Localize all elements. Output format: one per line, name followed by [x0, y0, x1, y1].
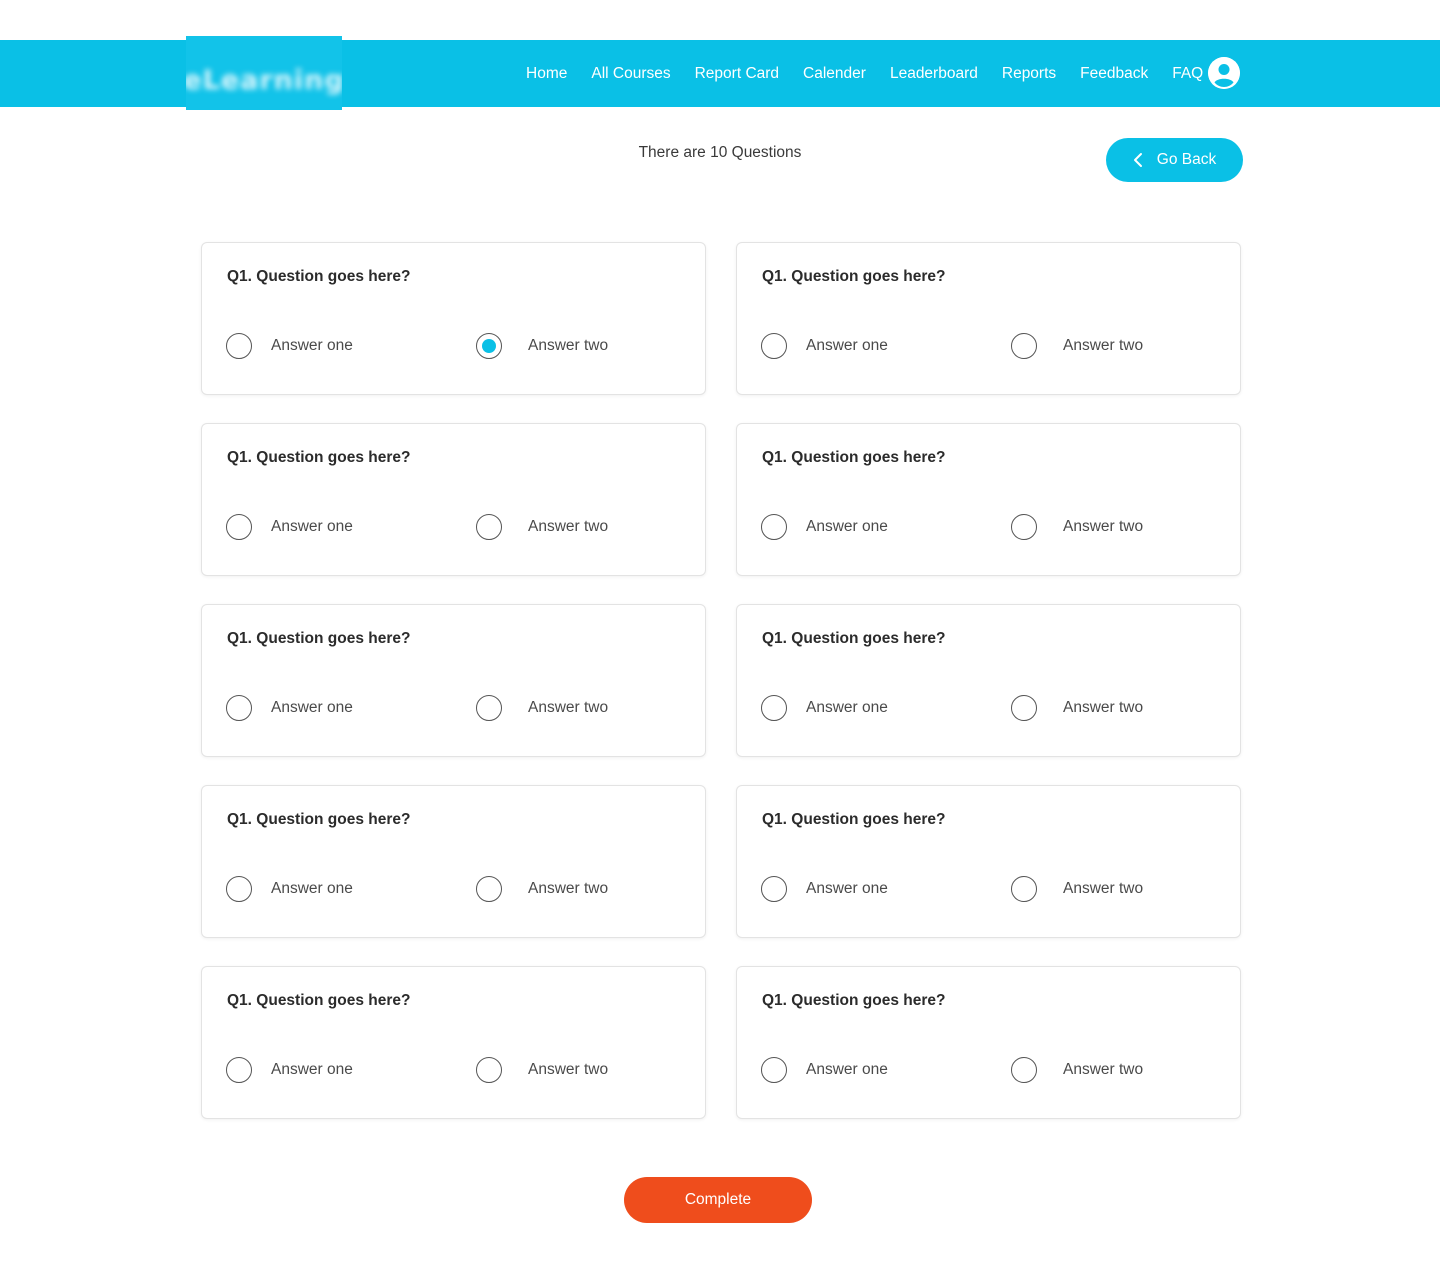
- answer-label: Answer two: [528, 699, 609, 716]
- question-text: Q1. Question goes here?: [227, 449, 411, 466]
- answer-option[interactable]: Answer one: [226, 876, 353, 902]
- question-card: Q1. Question goes here? Answer one Answer …: [736, 242, 1241, 395]
- question-card: Q1. Question goes here? Answer one Answer …: [736, 423, 1241, 576]
- answer-label: Answer two: [1063, 518, 1144, 535]
- radio-button[interactable]: [476, 695, 502, 721]
- answer-option[interactable]: Answer one: [226, 333, 353, 359]
- go-back-button[interactable]: Go Back: [1106, 138, 1243, 182]
- answer-option[interactable]: Answer one: [226, 514, 353, 540]
- nav-all-courses[interactable]: All Courses: [591, 65, 670, 83]
- question-card: Q1. Question goes here? Answer one Answer …: [201, 966, 706, 1119]
- answer-option[interactable]: Answer one: [226, 1057, 353, 1083]
- answer-label: Answer two: [1063, 337, 1144, 354]
- question-text: Q1. Question goes here?: [762, 992, 946, 1009]
- answer-option[interactable]: Answer two: [476, 876, 608, 902]
- answer-label: Answer one: [271, 1061, 353, 1078]
- answer-label: Answer two: [528, 337, 609, 354]
- go-back-label: Go Back: [1156, 151, 1217, 168]
- logo[interactable]: eLearning: [186, 36, 342, 110]
- question-card: Q1. Question goes here? Answer one Answer …: [736, 604, 1241, 757]
- answer-option[interactable]: Answer one: [761, 333, 888, 359]
- radio-button[interactable]: [476, 333, 502, 359]
- answer-option[interactable]: Answer two: [1011, 1057, 1143, 1083]
- main-nav: Home All Courses Report Card Calender Le…: [526, 40, 1227, 107]
- radio-button[interactable]: [476, 876, 502, 902]
- question-text: Q1. Question goes here?: [762, 630, 946, 647]
- question-text: Q1. Question goes here?: [227, 630, 411, 647]
- top-nav-bar: eLearning Home All Courses Report Card C…: [0, 36, 1440, 110]
- answer-option[interactable]: Answer two: [1011, 876, 1143, 902]
- answer-label: Answer one: [806, 1061, 888, 1078]
- answer-option[interactable]: Answer two: [1011, 333, 1143, 359]
- answer-label: Answer two: [528, 880, 609, 897]
- question-text: Q1. Question goes here?: [762, 811, 946, 828]
- radio-button[interactable]: [761, 695, 787, 721]
- radio-button[interactable]: [226, 1057, 252, 1083]
- question-text: Q1. Question goes here?: [227, 268, 411, 285]
- radio-button[interactable]: [1011, 333, 1037, 359]
- radio-button[interactable]: [761, 1057, 787, 1083]
- question-text: Q1. Question goes here?: [227, 811, 411, 828]
- answer-label: Answer two: [528, 518, 609, 535]
- radio-button[interactable]: [1011, 695, 1037, 721]
- quiz-page: eLearning Home All Courses Report Card C…: [0, 0, 1440, 1262]
- answer-option[interactable]: Answer two: [476, 695, 608, 721]
- answer-option[interactable]: Answer two: [476, 1057, 608, 1083]
- radio-button[interactable]: [761, 514, 787, 540]
- answer-label: Answer one: [271, 337, 353, 354]
- answer-label: Answer one: [806, 518, 888, 535]
- radio-button[interactable]: [476, 514, 502, 540]
- nav-calender[interactable]: Calender: [803, 65, 866, 83]
- radio-button[interactable]: [226, 876, 252, 902]
- nav-faq[interactable]: FAQ: [1172, 65, 1203, 83]
- answer-label: Answer one: [806, 699, 888, 716]
- answer-label: Answer two: [1063, 699, 1144, 716]
- question-card: Q1. Question goes here? Answer one Answer …: [201, 423, 706, 576]
- answer-option[interactable]: Answer two: [476, 514, 608, 540]
- radio-button[interactable]: [1011, 514, 1037, 540]
- logo-text: eLearning: [186, 64, 342, 96]
- answer-option[interactable]: Answer one: [761, 876, 888, 902]
- nav-home[interactable]: Home: [526, 65, 567, 83]
- complete-button[interactable]: Complete: [624, 1177, 812, 1223]
- radio-button[interactable]: [1011, 876, 1037, 902]
- answer-option[interactable]: Answer one: [761, 1057, 888, 1083]
- radio-button[interactable]: [226, 695, 252, 721]
- answer-option[interactable]: Answer one: [761, 695, 888, 721]
- radio-button[interactable]: [226, 514, 252, 540]
- question-card: Q1. Question goes here? Answer one Answer …: [201, 242, 706, 395]
- answer-label: Answer one: [271, 518, 353, 535]
- question-text: Q1. Question goes here?: [227, 992, 411, 1009]
- radio-button[interactable]: [761, 876, 787, 902]
- radio-button[interactable]: [226, 333, 252, 359]
- radio-button[interactable]: [1011, 1057, 1037, 1083]
- question-text: Q1. Question goes here?: [762, 449, 946, 466]
- answer-option[interactable]: Answer two: [476, 333, 608, 359]
- nav-feedback[interactable]: Feedback: [1080, 65, 1148, 83]
- radio-button[interactable]: [476, 1057, 502, 1083]
- answer-option[interactable]: Answer two: [1011, 514, 1143, 540]
- nav-reports[interactable]: Reports: [1002, 65, 1056, 83]
- answer-label: Answer two: [1063, 880, 1144, 897]
- answer-option[interactable]: Answer two: [1011, 695, 1143, 721]
- nav-leaderboard[interactable]: Leaderboard: [890, 65, 978, 83]
- question-card: Q1. Question goes here? Answer one Answer …: [736, 785, 1241, 938]
- answer-label: Answer two: [528, 1061, 609, 1078]
- question-text: Q1. Question goes here?: [762, 268, 946, 285]
- user-circle-icon[interactable]: [1208, 57, 1240, 89]
- answer-option[interactable]: Answer one: [761, 514, 888, 540]
- answer-label: Answer two: [1063, 1061, 1144, 1078]
- answer-label: Answer one: [806, 337, 888, 354]
- question-card: Q1. Question goes here? Answer one Answer …: [201, 604, 706, 757]
- chevron-left-icon: [1133, 152, 1143, 168]
- answer-label: Answer one: [271, 880, 353, 897]
- answer-label: Answer one: [271, 699, 353, 716]
- nav-report-card[interactable]: Report Card: [695, 65, 779, 83]
- question-card: Q1. Question goes here? Answer one Answer …: [736, 966, 1241, 1119]
- question-card: Q1. Question goes here? Answer one Answer …: [201, 785, 706, 938]
- answer-option[interactable]: Answer one: [226, 695, 353, 721]
- answer-label: Answer one: [806, 880, 888, 897]
- radio-button[interactable]: [761, 333, 787, 359]
